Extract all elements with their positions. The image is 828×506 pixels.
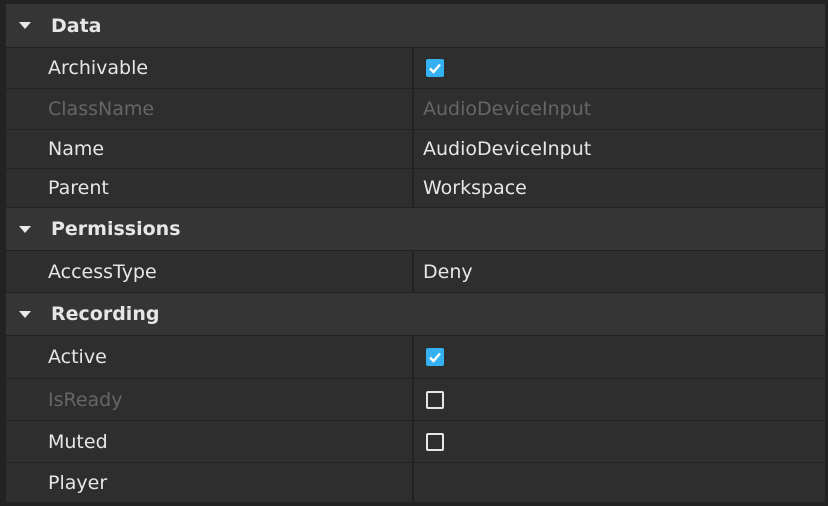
property-name: Name (6, 130, 412, 168)
unchecked-checkbox[interactable] (426, 432, 444, 451)
properties-panel: Data Archivable ClassName AudioDeviceInput N… (6, 4, 825, 506)
property-name: Player (6, 463, 412, 502)
property-row-parent[interactable]: Parent Workspace (6, 169, 825, 207)
property-name: Active (6, 336, 412, 378)
property-name: IsReady (6, 379, 412, 420)
property-value-cell[interactable] (414, 48, 825, 88)
checked-checkbox[interactable] (426, 59, 444, 77)
section-title: Recording (51, 303, 160, 325)
property-name: Muted (6, 421, 412, 462)
property-row-archivable[interactable]: Archivable (6, 48, 825, 88)
checked-checkbox[interactable] (426, 348, 444, 366)
property-row-classname[interactable]: ClassName AudioDeviceInput (6, 89, 825, 129)
collapse-triangle-icon[interactable] (19, 310, 31, 318)
property-name: Parent (6, 169, 412, 207)
property-value-cell[interactable]: Deny (414, 251, 825, 292)
property-value-cell[interactable] (414, 421, 825, 462)
section-header-permissions[interactable]: Permissions (6, 208, 825, 250)
section-title: Data (51, 14, 102, 37)
property-value[interactable]: Deny (423, 261, 473, 283)
property-name: AccessType (6, 251, 412, 292)
property-row-name[interactable]: Name AudioDeviceInput (6, 130, 825, 168)
property-value[interactable]: AudioDeviceInput (423, 138, 591, 160)
property-name: ClassName (6, 89, 412, 129)
collapse-triangle-icon[interactable] (19, 22, 31, 29)
property-value-cell[interactable] (414, 379, 825, 420)
property-value[interactable]: Workspace (423, 177, 527, 199)
property-row-muted[interactable]: Muted (6, 421, 825, 462)
property-value-cell[interactable]: Workspace (414, 169, 825, 207)
property-value: AudioDeviceInput (423, 98, 592, 120)
property-value-cell[interactable] (414, 463, 825, 502)
property-row-active[interactable]: Active (6, 336, 825, 378)
section-header-data[interactable]: Data (6, 4, 825, 47)
unchecked-checkbox[interactable] (426, 390, 444, 409)
property-name: Archivable (6, 48, 412, 88)
checkmark-icon (429, 63, 441, 74)
section-title: Permissions (51, 218, 181, 240)
section-header-recording[interactable]: Recording (6, 293, 825, 335)
collapse-triangle-icon[interactable] (19, 225, 31, 233)
property-row-player[interactable]: Player (6, 463, 825, 502)
property-row-isready[interactable]: IsReady (6, 379, 825, 420)
property-value-cell[interactable] (414, 336, 825, 378)
property-value-cell[interactable]: AudioDeviceInput (414, 89, 825, 129)
checkmark-icon (429, 352, 441, 363)
property-row-accesstype[interactable]: AccessType Deny (6, 251, 825, 292)
property-value-cell[interactable]: AudioDeviceInput (414, 130, 825, 168)
